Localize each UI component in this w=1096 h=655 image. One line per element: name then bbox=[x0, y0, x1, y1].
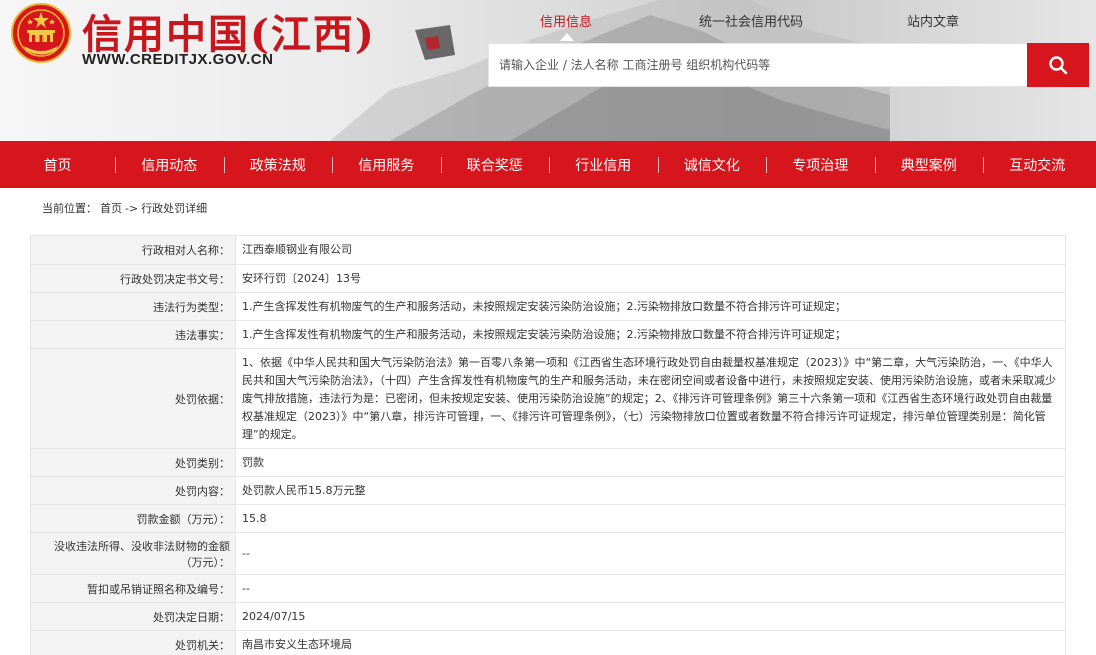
table-row: 处罚类别： 罚款 bbox=[30, 448, 1066, 477]
table-row: 处罚内容： 处罚款人民币15.8万元整 bbox=[30, 476, 1066, 505]
row-label: 罚款金额（万元）： bbox=[30, 504, 236, 533]
nav-item-home[interactable]: 首页 bbox=[0, 155, 115, 175]
nav-item-credit-news[interactable]: 信用动态 bbox=[115, 155, 224, 175]
row-value: 南昌市安义生态环境局 bbox=[235, 630, 1066, 655]
row-value: 1.产生含挥发性有机物废气的生产和服务活动，未按照规定安装污染防治设施；2.污染… bbox=[235, 320, 1066, 349]
breadcrumb-separator: -> bbox=[125, 202, 139, 215]
row-label: 没收违法所得、没收非法财物的金额（万元）： bbox=[30, 532, 236, 575]
nav-item-integrity-culture[interactable]: 诚信文化 bbox=[657, 155, 767, 175]
nav-item-industry-credit[interactable]: 行业信用 bbox=[549, 155, 658, 175]
row-label: 处罚内容： bbox=[30, 476, 236, 505]
row-value: 15.8 bbox=[235, 504, 1066, 533]
row-value: -- bbox=[235, 574, 1066, 603]
breadcrumb: 当前位置： 首页 -> 行政处罚详细 bbox=[42, 200, 210, 216]
nav-item-interaction[interactable]: 互动交流 bbox=[983, 155, 1092, 175]
nav-item-typical-cases[interactable]: 典型案例 bbox=[874, 155, 984, 175]
top-link-credit-info[interactable]: 信用信息 bbox=[540, 11, 592, 30]
row-label: 行政处罚决定书文号： bbox=[30, 264, 236, 293]
row-value: 安环行罚〔2024〕13号 bbox=[235, 264, 1066, 293]
national-emblem-icon bbox=[11, 3, 71, 63]
active-tab-pointer bbox=[560, 33, 574, 41]
table-row: 罚款金额（万元）： 15.8 bbox=[30, 504, 1066, 533]
row-value: 处罚款人民币15.8万元整 bbox=[235, 476, 1066, 505]
table-row: 暂扣或吊销证照名称及编号： -- bbox=[30, 574, 1066, 603]
row-value: 江西泰顺钢业有限公司 bbox=[235, 235, 1066, 265]
row-label: 处罚决定日期： bbox=[30, 602, 236, 631]
row-label: 违法事实： bbox=[30, 320, 236, 349]
table-row: 行政处罚决定书文号： 安环行罚〔2024〕13号 bbox=[30, 264, 1066, 293]
row-label: 暂扣或吊销证照名称及编号： bbox=[30, 574, 236, 603]
row-value: 罚款 bbox=[235, 448, 1066, 477]
table-row: 行政相对人名称： 江西泰顺钢业有限公司 bbox=[30, 235, 1066, 265]
breadcrumb-prefix: 当前位置： bbox=[42, 202, 97, 215]
table-row: 违法行为类型： 1.产生含挥发性有机物废气的生产和服务活动，未按照规定安装污染防… bbox=[30, 292, 1066, 321]
table-row: 处罚决定日期： 2024/07/15 bbox=[30, 602, 1066, 631]
nav-item-credit-services[interactable]: 信用服务 bbox=[332, 155, 441, 175]
row-value: 1.产生含挥发性有机物废气的生产和服务活动，未按照规定安装污染防治设施；2.污染… bbox=[235, 292, 1066, 321]
site-url: WWW.CREDITJX.GOV.CN bbox=[82, 51, 274, 68]
row-label: 处罚类别： bbox=[30, 448, 236, 477]
nav-item-special-governance[interactable]: 专项治理 bbox=[766, 155, 875, 175]
row-value: 2024/07/15 bbox=[235, 602, 1066, 631]
table-row: 没收违法所得、没收非法财物的金额（万元）： -- bbox=[30, 532, 1066, 575]
row-label: 违法行为类型： bbox=[30, 292, 236, 321]
row-label: 行政相对人名称： bbox=[30, 235, 236, 265]
table-row: 处罚依据： 1、依据《中华人民共和国大气污染防治法》第一百零八条第一项和《江西省… bbox=[30, 348, 1066, 449]
site-header: 信用中国(江西) WWW.CREDITJX.GOV.CN 信用信息 统一社会信用… bbox=[0, 0, 1096, 141]
search-box bbox=[488, 43, 1027, 87]
search-input[interactable] bbox=[489, 44, 1027, 86]
top-link-site-articles[interactable]: 站内文章 bbox=[907, 11, 959, 30]
breadcrumb-current: 行政处罚详细 bbox=[141, 202, 208, 215]
row-label: 处罚依据： bbox=[30, 348, 236, 449]
penalty-detail-table: 行政相对人名称： 江西泰顺钢业有限公司 行政处罚决定书文号： 安环行罚〔2024… bbox=[30, 235, 1066, 655]
nav-item-policies[interactable]: 政策法规 bbox=[223, 155, 333, 175]
row-label: 处罚机关： bbox=[30, 630, 236, 655]
nav-item-joint-rewards[interactable]: 联合奖惩 bbox=[440, 155, 550, 175]
search-button[interactable] bbox=[1027, 43, 1089, 87]
top-link-credit-code[interactable]: 统一社会信用代码 bbox=[699, 11, 803, 30]
row-value: -- bbox=[235, 532, 1066, 575]
table-row: 处罚机关： 南昌市安义生态环境局 bbox=[30, 630, 1066, 655]
top-links: 信用信息 统一社会信用代码 站内文章 bbox=[488, 11, 1088, 41]
table-row: 违法事实： 1.产生含挥发性有机物废气的生产和服务活动，未按照规定安装污染防治设… bbox=[30, 320, 1066, 349]
breadcrumb-home-link[interactable]: 首页 bbox=[100, 202, 122, 215]
search-icon bbox=[1049, 56, 1068, 75]
row-value: 1、依据《中华人民共和国大气污染防治法》第一百零八条第一项和《江西省生态环境行政… bbox=[235, 348, 1066, 449]
main-nav: 首页 信用动态 政策法规 信用服务 联合奖惩 行业信用 诚信文化 专项治理 典型… bbox=[0, 141, 1096, 188]
